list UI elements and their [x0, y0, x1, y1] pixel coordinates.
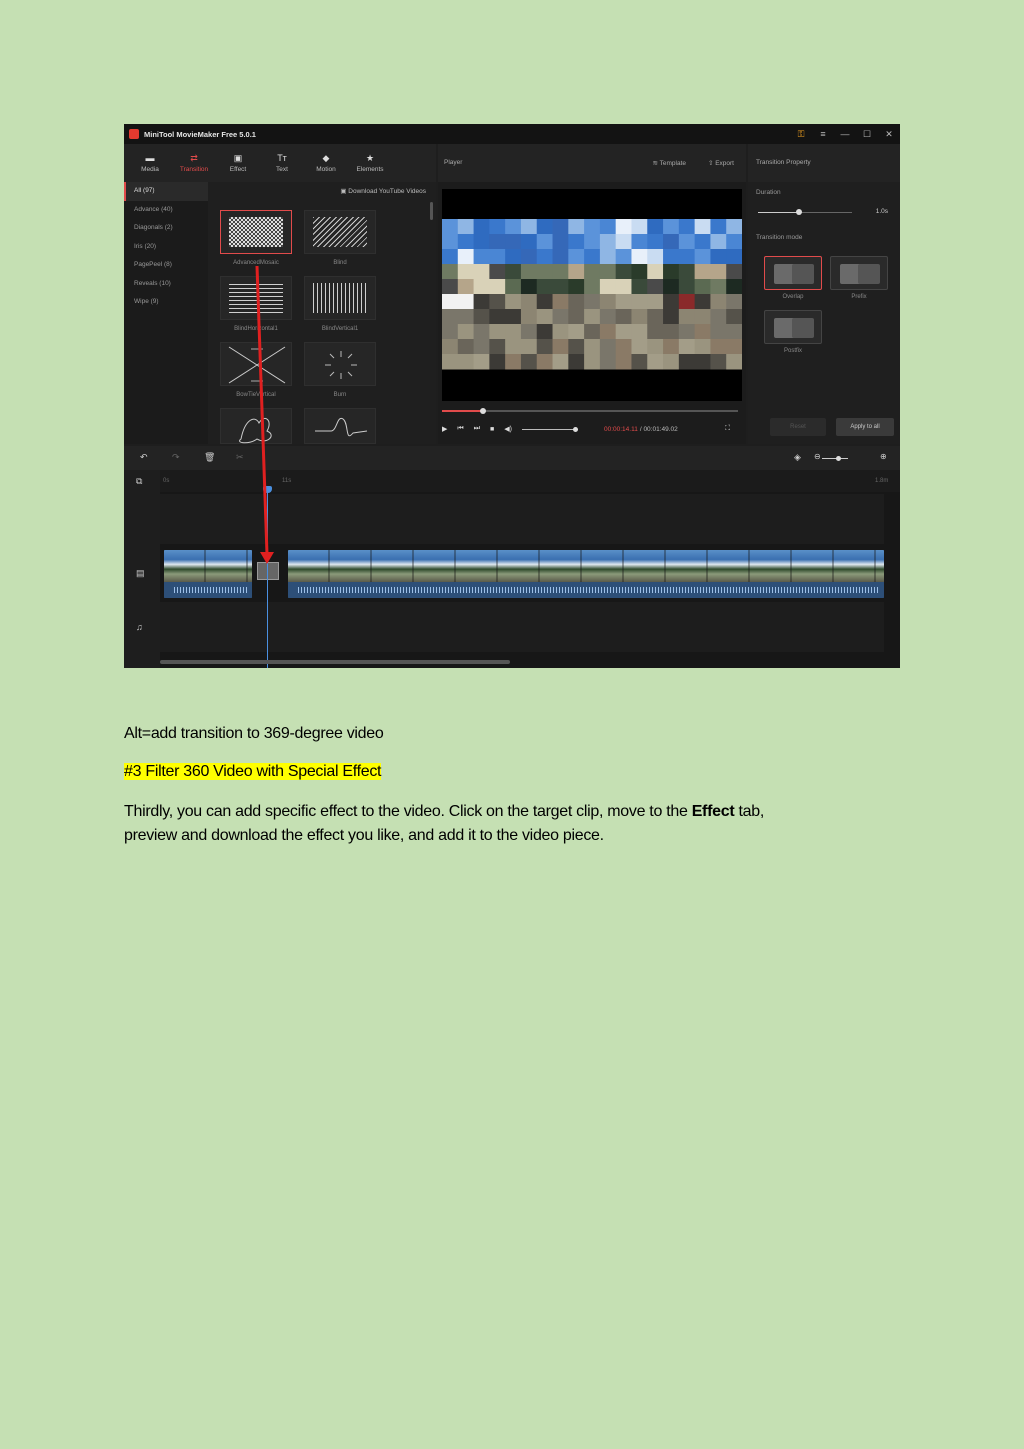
heading-text: #3 Filter 360 Video with Special Effect [124, 763, 382, 780]
body-text: tab, [734, 803, 764, 820]
body-line-1: Thirdly, you can add specific effect to … [124, 800, 764, 824]
image-caption: Alt=add transition to 369-degree video [124, 725, 384, 742]
body-line-2: preview and download the effect you like… [124, 827, 604, 844]
body-bold: Effect [691, 803, 735, 820]
body-text: Thirdly, you can add specific effect to … [124, 803, 692, 820]
section-heading: #3 Filter 360 Video with Special Effect [124, 760, 382, 784]
red-arrow-annotation [255, 265, 274, 564]
moviemaker-screenshot: MiniTool MovieMaker Free 5.0.1 ⚿ ≡ — ☐ ✕… [124, 124, 900, 668]
